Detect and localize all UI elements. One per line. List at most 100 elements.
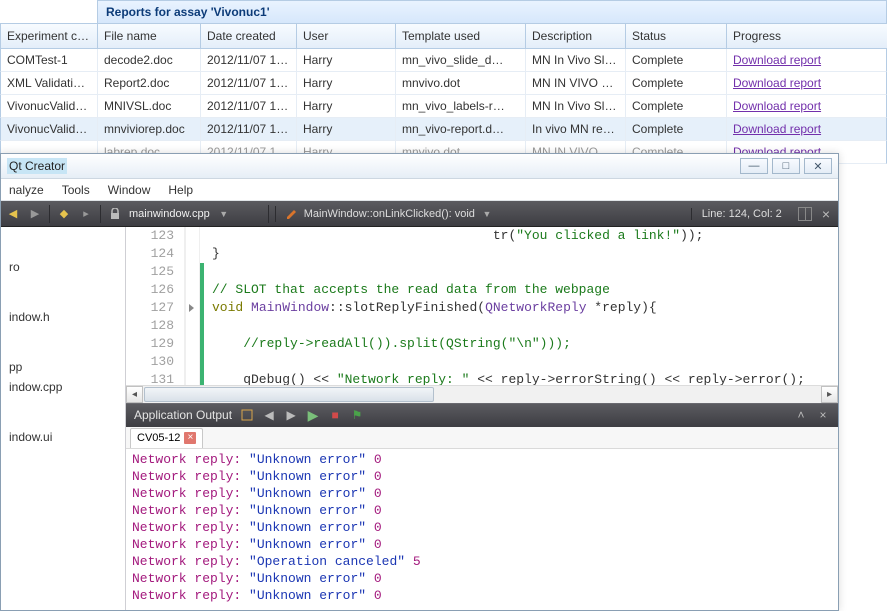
menu-help[interactable]: Help bbox=[168, 183, 193, 197]
table-cell[interactable]: MN In Vivo Slide … bbox=[525, 49, 625, 72]
column-header[interactable]: Date created bbox=[200, 23, 296, 49]
code-line[interactable]: 125 bbox=[126, 263, 838, 281]
current-file[interactable]: mainwindow.cpp bbox=[129, 208, 210, 220]
play-icon[interactable]: ▶ bbox=[306, 408, 320, 422]
sidebar-item[interactable]: ro bbox=[1, 257, 125, 277]
column-header[interactable]: Description bbox=[525, 23, 625, 49]
fold-gutter[interactable] bbox=[186, 299, 200, 317]
column-header[interactable]: Experiment code bbox=[0, 23, 97, 49]
table-cell[interactable]: VivonucValidNoVe… bbox=[0, 95, 97, 118]
column-header[interactable]: File name bbox=[97, 23, 200, 49]
table-cell[interactable]: mn_vivo_labels-r… bbox=[395, 95, 525, 118]
table-cell[interactable]: mn_vivo_slide_d… bbox=[395, 49, 525, 72]
download-report-link[interactable]: Download report bbox=[733, 122, 821, 136]
fold-gutter[interactable] bbox=[186, 263, 200, 281]
code-line[interactable]: 131 qDebug() << "Network reply: " << rep… bbox=[126, 371, 838, 385]
table-cell[interactable]: 2012/11/07 16:5… bbox=[200, 95, 296, 118]
close-editor-icon[interactable]: × bbox=[818, 206, 834, 222]
column-header[interactable]: Progress bbox=[726, 23, 887, 49]
download-report-link[interactable]: Download report bbox=[733, 53, 821, 67]
close-tab-icon[interactable]: × bbox=[184, 432, 196, 444]
download-report-link[interactable]: Download report bbox=[733, 76, 821, 90]
scroll-left-icon[interactable]: ◂ bbox=[126, 386, 143, 403]
table-cell[interactable]: decode2.doc bbox=[97, 49, 200, 72]
column-header[interactable]: Template used bbox=[395, 23, 525, 49]
code-line[interactable]: 128 bbox=[126, 317, 838, 335]
table-cell[interactable]: Complete bbox=[625, 49, 726, 72]
sidebar-item[interactable]: indow.cpp bbox=[1, 377, 125, 397]
table-cell[interactable]: COMTest-1 bbox=[0, 49, 97, 72]
diamond-icon[interactable]: ◆ bbox=[56, 206, 72, 222]
table-cell[interactable]: MN In Vivo Slide … bbox=[525, 95, 625, 118]
fold-gutter[interactable] bbox=[186, 353, 200, 371]
table-cell[interactable]: Harry bbox=[296, 72, 395, 95]
stop-icon[interactable]: ■ bbox=[328, 408, 342, 422]
close-output-icon[interactable]: × bbox=[816, 408, 830, 422]
maximize-button[interactable]: □ bbox=[772, 158, 800, 174]
forward-icon[interactable]: ▶ bbox=[27, 206, 43, 222]
table-cell[interactable]: Complete bbox=[625, 95, 726, 118]
prev-icon[interactable]: ◀ bbox=[262, 408, 276, 422]
clipboard-icon[interactable] bbox=[240, 408, 254, 422]
table-cell[interactable]: mnviviorep.doc bbox=[97, 118, 200, 141]
table-cell[interactable]: 2012/11/07 14:2… bbox=[200, 118, 296, 141]
sidebar-item[interactable]: indow.h bbox=[1, 307, 125, 327]
next-icon[interactable]: ▶ bbox=[284, 408, 298, 422]
scrollbar-thumb[interactable] bbox=[144, 387, 434, 402]
code-line[interactable]: 130 bbox=[126, 353, 838, 371]
fold-gutter[interactable] bbox=[186, 317, 200, 335]
dropdown-icon[interactable]: ▼ bbox=[216, 206, 232, 222]
code-line[interactable]: 129 //reply->readAll()).split(QString("\… bbox=[126, 335, 838, 353]
close-button[interactable]: ✕ bbox=[804, 158, 832, 174]
column-header[interactable]: User bbox=[296, 23, 395, 49]
fold-gutter[interactable] bbox=[186, 245, 200, 263]
back-icon[interactable]: ◀ bbox=[5, 206, 21, 222]
download-report-link[interactable]: Download report bbox=[733, 99, 821, 113]
table-cell[interactable]: Complete bbox=[625, 118, 726, 141]
table-cell[interactable]: Download report bbox=[726, 49, 887, 72]
table-cell[interactable]: Download report bbox=[726, 95, 887, 118]
table-cell[interactable]: 2012/11/07 17:2… bbox=[200, 72, 296, 95]
fold-gutter[interactable] bbox=[186, 371, 200, 385]
menu-window[interactable]: Window bbox=[108, 183, 151, 197]
horizontal-scrollbar[interactable]: ◂ ▸ bbox=[126, 385, 838, 403]
sidebar-item[interactable]: pp bbox=[1, 357, 125, 377]
table-cell[interactable]: MNIVSL.doc bbox=[97, 95, 200, 118]
column-header[interactable]: Status bbox=[625, 23, 726, 49]
table-cell[interactable]: Download report bbox=[726, 72, 887, 95]
dropdown-icon[interactable]: ▼ bbox=[479, 206, 495, 222]
table-cell[interactable]: mnvivo.dot bbox=[395, 72, 525, 95]
scroll-right-icon[interactable]: ▸ bbox=[821, 386, 838, 403]
table-cell[interactable]: 2012/11/07 17:3… bbox=[200, 49, 296, 72]
window-titlebar[interactable]: Qt Creator — □ ✕ bbox=[1, 154, 838, 179]
run-arrow-icon[interactable]: ▸ bbox=[78, 206, 94, 222]
table-cell[interactable]: MN IN VIVO REPO… bbox=[525, 72, 625, 95]
sidebar-item[interactable]: indow.ui bbox=[1, 427, 125, 447]
table-cell[interactable]: mn_vivo-report.d… bbox=[395, 118, 525, 141]
code-line[interactable]: 126// SLOT that accepts the read data fr… bbox=[126, 281, 838, 299]
collapse-icon[interactable]: ˄ bbox=[794, 408, 808, 422]
code-editor[interactable]: 123 tr("You clicked a link!"));124}12512… bbox=[126, 227, 838, 385]
code-line[interactable]: 127void MainWindow::slotReplyFinished(QN… bbox=[126, 299, 838, 317]
minimize-button[interactable]: — bbox=[740, 158, 768, 174]
table-cell[interactable]: VivonucValidFem… bbox=[0, 118, 97, 141]
flag-icon[interactable]: ⚑ bbox=[350, 408, 364, 422]
menu-tools[interactable]: Tools bbox=[62, 183, 90, 197]
output-body[interactable]: Network reply: "Unknown error" 0Network … bbox=[126, 449, 838, 611]
table-cell[interactable]: In vivo MN report bbox=[525, 118, 625, 141]
output-tab[interactable]: CV05-12 × bbox=[130, 428, 203, 448]
fold-gutter[interactable] bbox=[186, 281, 200, 299]
fold-gutter[interactable] bbox=[186, 335, 200, 353]
menu-analyze[interactable]: nalyze bbox=[9, 183, 44, 197]
code-line[interactable]: 123 tr("You clicked a link!")); bbox=[126, 227, 838, 245]
table-cell[interactable]: Download report bbox=[726, 118, 887, 141]
fold-gutter[interactable] bbox=[186, 227, 200, 245]
table-cell[interactable]: Harry bbox=[296, 118, 395, 141]
table-cell[interactable]: Complete bbox=[625, 72, 726, 95]
table-cell[interactable]: Harry bbox=[296, 95, 395, 118]
table-cell[interactable]: Report2.doc bbox=[97, 72, 200, 95]
breadcrumb[interactable]: MainWindow::onLinkClicked(): void bbox=[304, 208, 475, 220]
table-cell[interactable]: Harry bbox=[296, 49, 395, 72]
split-icon[interactable] bbox=[798, 207, 812, 221]
table-cell[interactable]: XML Validation-1 bbox=[0, 72, 97, 95]
